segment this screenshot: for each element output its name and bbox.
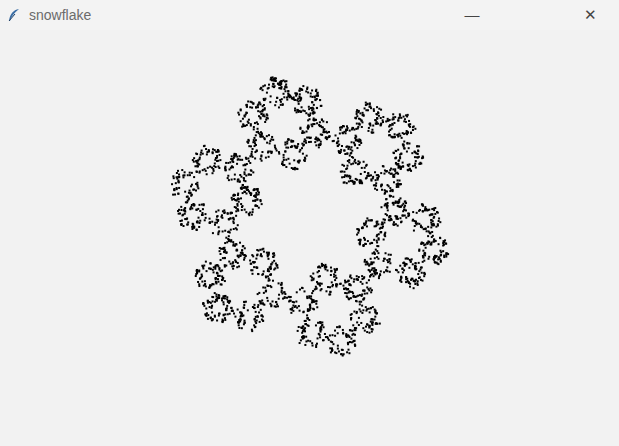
close-button[interactable]: ✕: [561, 0, 619, 30]
feather-icon: [6, 7, 22, 23]
snowflake-drawing: [0, 30, 619, 446]
title-bar: snowflake — ✕: [0, 0, 619, 30]
minimize-button[interactable]: —: [443, 0, 501, 30]
canvas: [0, 30, 619, 446]
window-title: snowflake: [29, 5, 91, 26]
app-window: snowflake — ✕: [0, 0, 619, 446]
